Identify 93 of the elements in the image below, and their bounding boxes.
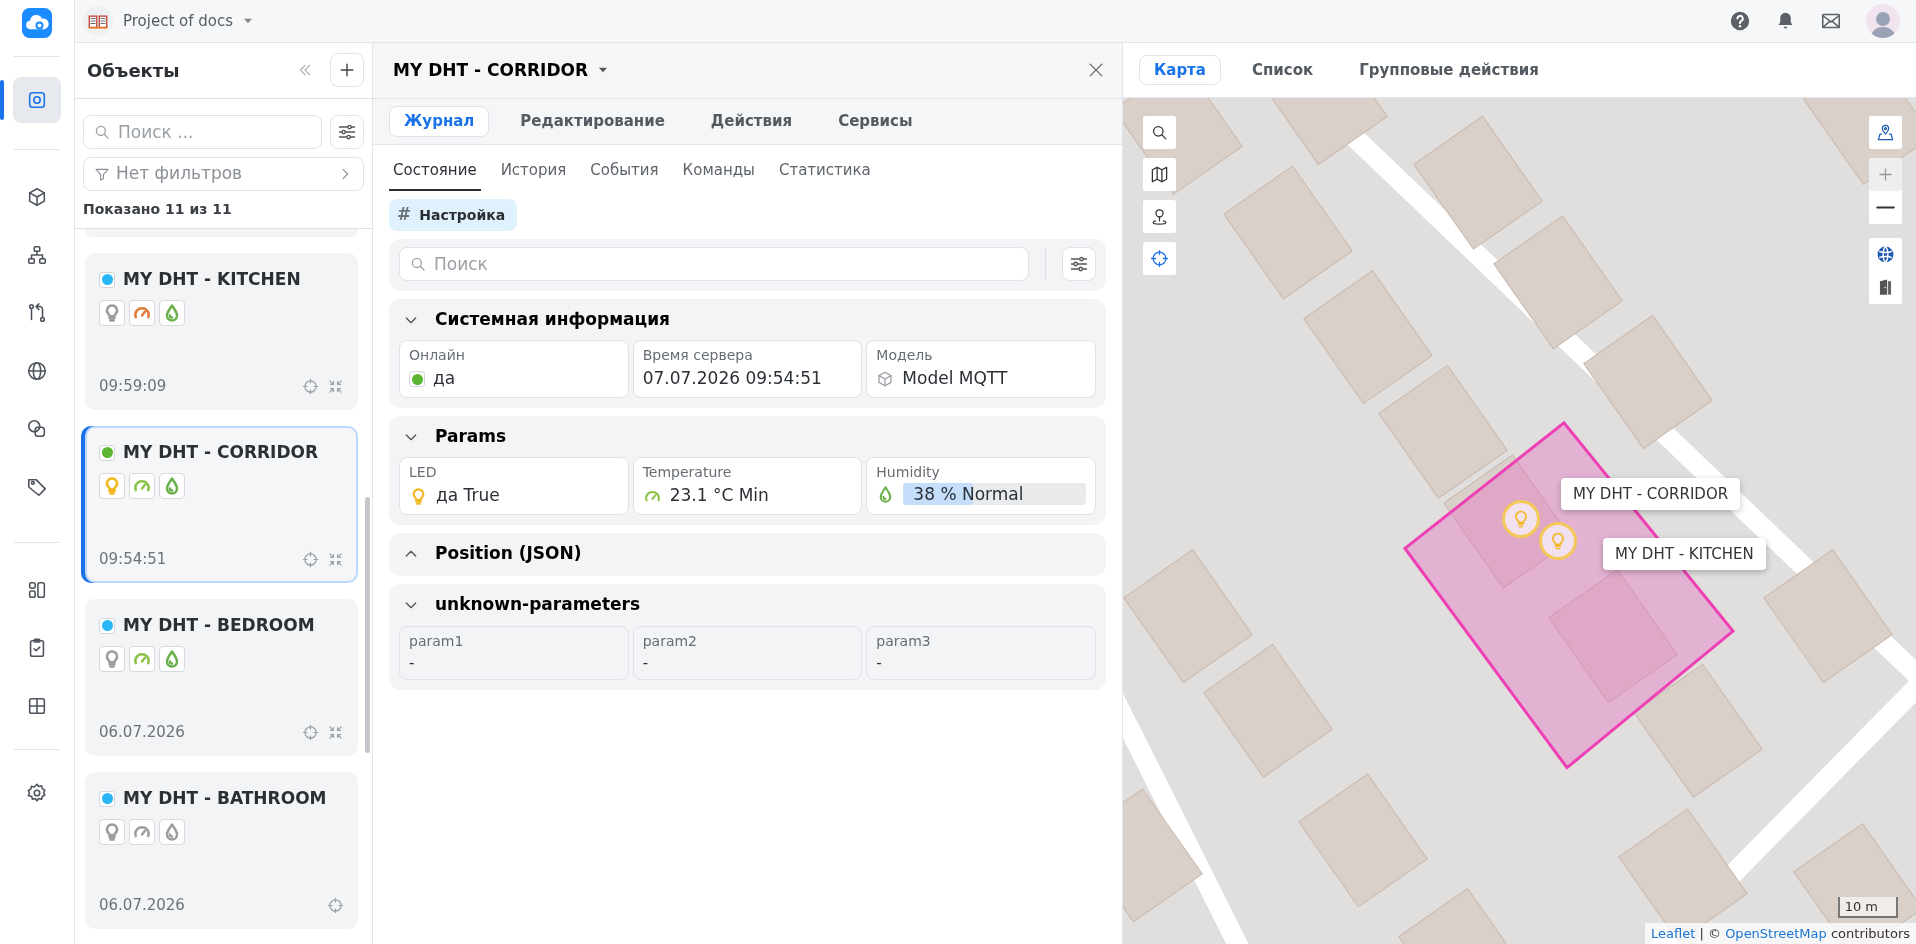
subtab[interactable]: Команды [678,152,759,192]
tab[interactable]: Журнал [389,106,490,137]
field-label: Temperature [642,463,733,483]
attribution-link[interactable]: Leaflet [1651,925,1696,941]
subtab[interactable]: Статистика [774,152,875,192]
subtab[interactable]: История [496,152,571,192]
field-label: Humidity [876,463,941,483]
cube-icon [26,186,48,208]
field-value: да True [436,484,500,508]
add-button[interactable] [330,53,364,88]
field-value: 07.07.2026 09:54:51 [642,367,822,391]
object-name: MY DHT - BEDROOM [123,613,315,637]
section-header[interactable]: Position (JSON) [403,540,582,567]
project-selector[interactable]: Project of docs [117,8,262,34]
field-value: да [433,367,456,391]
crosshair-icon [1150,248,1169,268]
section-header[interactable]: Системная информация [403,306,670,333]
crosshair-icon [302,724,319,742]
field-label: Онлайн [409,346,466,366]
attribution-text: contributors [1829,925,1910,941]
branch-icon [26,302,48,324]
field-label: param3 [876,631,932,651]
subtab[interactable]: Состояние [389,152,481,192]
timestamp: 09:54:51 [99,549,167,571]
hierarchy-icon [26,244,48,266]
collapse-arrows-icon [327,378,344,396]
scrollbar[interactable] [365,496,370,753]
tag-chip[interactable]: # Настройка [389,199,518,231]
crosshair-icon [327,897,344,915]
section-header[interactable]: unknown-parameters [403,592,641,618]
map-icon [1150,164,1169,184]
filter-settings-button[interactable] [330,114,364,149]
shapes-icon [26,418,48,440]
field-label: Время сервера [642,346,754,366]
filter-settings-button[interactable] [1062,246,1096,281]
tab[interactable]: Редактирование [505,106,680,137]
timestamp: 06.07.2026 [99,722,185,744]
person-pin-button[interactable] [1143,199,1176,233]
field-label: LED [409,463,438,483]
field-value: - [642,652,649,674]
project-icon [83,5,113,36]
scale-bar: 10 m [1837,896,1898,918]
field-value: 23.1 °C Min [669,484,769,508]
locate-button[interactable] [1143,241,1176,275]
minus-icon [1876,204,1895,210]
object-name: MY DHT - CORRIDOR [123,440,319,464]
location-pin-icon [1876,122,1895,142]
tag-icon [26,476,48,498]
search-field[interactable]: Поиск [399,246,1029,281]
globe-icon [1876,244,1895,264]
tab[interactable]: Групповые действия [1344,54,1554,86]
grid-icon [26,695,48,717]
tab[interactable]: Действия [695,106,808,137]
tab[interactable]: Карта [1139,54,1221,86]
shown-count: Показано 11 из 11 [75,190,372,229]
object-title[interactable]: MY DHT - CORRIDOR [393,57,611,84]
logo-icon [22,8,52,38]
timestamp: 09:59:09 [99,376,167,398]
timestamp: 06.07.2026 [99,895,185,917]
user-location-button[interactable] [1869,115,1902,149]
object-card[interactable]: MY DHT - BATHROOM 06.07.2026 [85,771,358,929]
object-name: MY DHT - BATHROOM [123,786,327,810]
subtab[interactable]: События [586,152,663,192]
dashboard-icon [26,579,48,601]
tab[interactable]: Список [1236,54,1329,86]
field-value: Model MQTT [902,367,1008,391]
panel-title: Объекты [86,58,180,83]
section-header[interactable]: Params [403,423,507,450]
layers-button[interactable] [1143,157,1176,191]
attribution-text: | © [1698,925,1722,941]
objects-icon [26,89,48,111]
help-icon [1729,9,1751,32]
search-field[interactable]: Поиск ... [83,114,322,149]
search-button[interactable] [1143,115,1176,149]
globe-icon [26,360,48,382]
person-pin-icon [1150,206,1169,226]
field-label: Модель [876,346,934,366]
crosshair-icon [302,551,319,569]
field-label: param2 [642,631,699,651]
settings-icon [26,782,48,804]
collapse-arrows-icon [327,551,344,569]
object-name: MY DHT - KITCHEN [123,267,301,291]
tab[interactable]: Сервисы [823,106,928,137]
crosshair-icon [302,378,319,396]
field-value: 38 % Normal [912,484,1024,505]
cube-icon [876,370,895,389]
collapse-arrows-icon [327,724,344,742]
map-tooltip: MY DHT - KITCHEN [1603,537,1766,571]
field-label: param1 [409,631,465,651]
map-tooltip: MY DHT - CORRIDOR [1561,477,1741,511]
field-value: - [876,652,882,674]
field-value: - [409,652,415,674]
attribution-link[interactable]: OpenStreetMap [1725,925,1827,941]
